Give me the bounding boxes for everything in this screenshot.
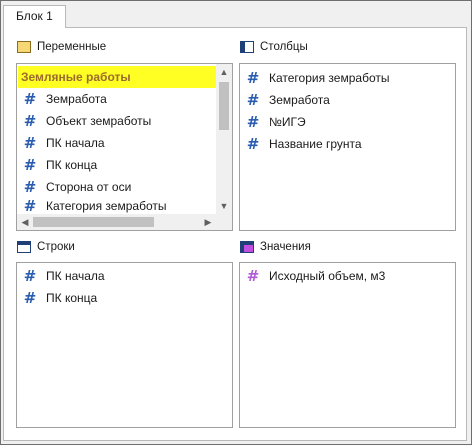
values-title: Значения	[260, 241, 311, 253]
list-item[interactable]: # Земработа	[22, 88, 107, 110]
number-field-icon: #	[23, 90, 37, 108]
variables-title: Переменные	[37, 41, 107, 53]
horizontal-scrollbar[interactable]: ◀ ▶	[17, 214, 216, 230]
list-item[interactable]: # Земработа	[245, 89, 330, 111]
list-item-selected[interactable]: Земляные работы	[18, 66, 217, 88]
number-field-icon: #	[23, 267, 37, 285]
number-field-icon: #	[23, 112, 37, 130]
number-field-icon: #	[246, 267, 260, 285]
number-field-icon: #	[23, 289, 37, 307]
columns-list[interactable]: # Категория земработы # Земработа # №ИГЭ…	[239, 63, 456, 231]
list-item[interactable]: # №ИГЭ	[245, 111, 306, 133]
vertical-scrollbar[interactable]: ▲ ▼	[216, 64, 232, 214]
number-field-icon: #	[246, 69, 260, 87]
list-item[interactable]: # ПК начала	[22, 132, 105, 154]
list-item[interactable]: # Исходный объем, м3	[245, 265, 386, 287]
rows-header: Строки	[17, 241, 75, 253]
number-field-icon: #	[23, 134, 37, 152]
list-item[interactable]: # Объект земработы	[22, 110, 152, 132]
variables-list[interactable]: Земляные работы # Земработа # Объект зем…	[16, 63, 233, 231]
folder-icon	[17, 41, 31, 53]
scroll-up-arrow-icon[interactable]: ▲	[216, 64, 232, 80]
number-field-icon: #	[246, 91, 260, 109]
list-item[interactable]: # Категория земработы	[22, 197, 167, 215]
scroll-down-arrow-icon[interactable]: ▼	[216, 198, 232, 214]
columns-title: Столбцы	[260, 41, 308, 53]
tab-label: Блок 1	[16, 9, 53, 23]
number-field-icon: #	[23, 178, 37, 196]
scroll-right-arrow-icon[interactable]: ▶	[200, 214, 216, 230]
values-header: Значения	[240, 241, 311, 253]
tab-block-1[interactable]: Блок 1	[3, 5, 66, 28]
rows-list[interactable]: # ПК начала # ПК конца	[16, 262, 233, 428]
table-columns-icon	[240, 41, 254, 53]
number-field-icon: #	[246, 113, 260, 131]
number-field-icon: #	[23, 156, 37, 174]
vertical-scroll-thumb[interactable]	[219, 82, 229, 130]
rows-title: Строки	[37, 241, 75, 253]
list-item[interactable]: # Сторона от оси	[22, 176, 132, 198]
list-item[interactable]: # Категория земработы	[245, 67, 390, 89]
list-item[interactable]: # ПК конца	[22, 154, 97, 176]
horizontal-scroll-thumb[interactable]	[33, 217, 154, 227]
scroll-left-arrow-icon[interactable]: ◀	[17, 214, 33, 230]
table-rows-icon	[17, 241, 31, 253]
table-values-icon	[240, 241, 254, 253]
columns-header: Столбцы	[240, 41, 308, 53]
scrollbar-corner	[216, 214, 232, 230]
values-list[interactable]: # Исходный объем, м3	[239, 262, 456, 428]
list-item[interactable]: # ПК конца	[22, 287, 97, 309]
number-field-icon: #	[246, 135, 260, 153]
list-item[interactable]: # Название грунта	[245, 133, 362, 155]
list-item[interactable]: # ПК начала	[22, 265, 105, 287]
number-field-icon: #	[23, 197, 37, 215]
variables-header: Переменные	[17, 41, 106, 53]
